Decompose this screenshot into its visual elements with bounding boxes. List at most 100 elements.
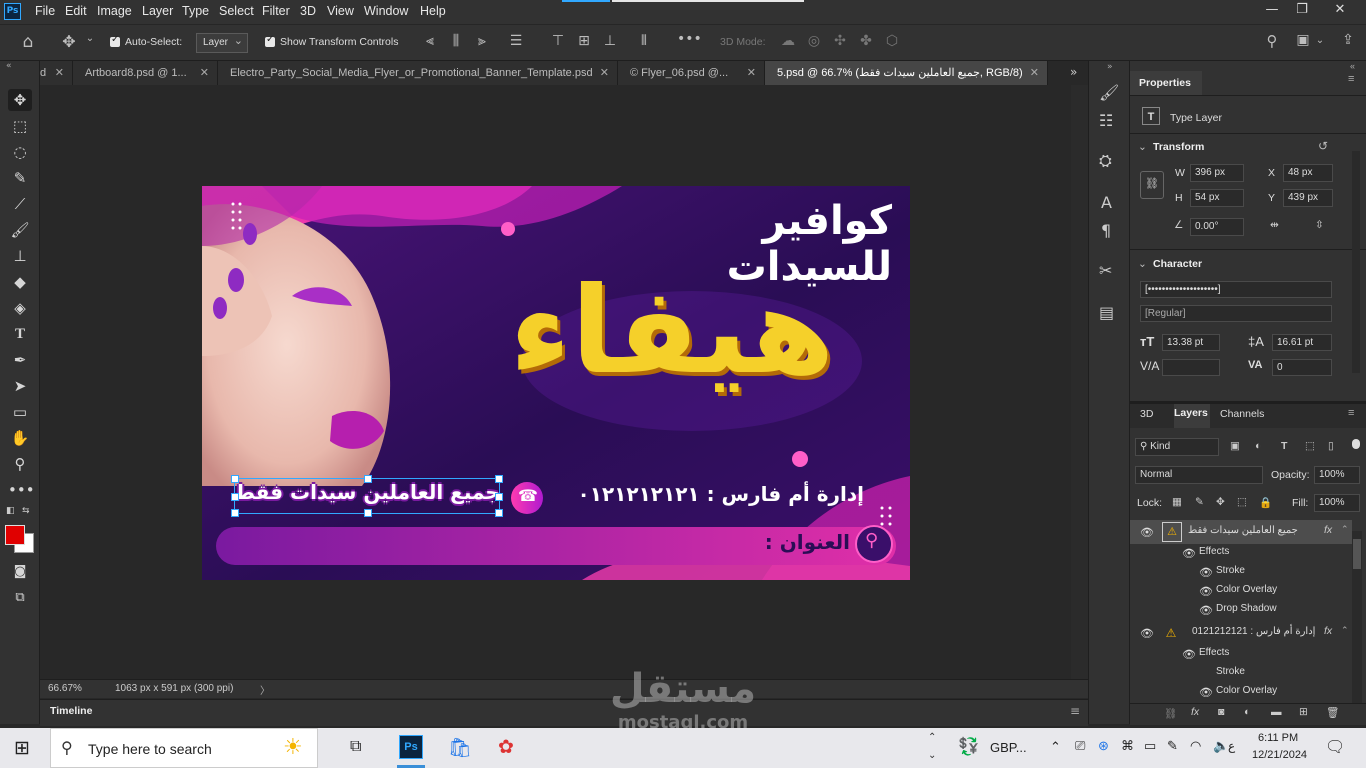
- tray-volume-icon[interactable]: 🔈: [1213, 738, 1229, 754]
- layer-row[interactable]: 👁 ⚠ إدارة أم فارس : 0121212121 fx ⌃: [1130, 621, 1352, 645]
- y-field[interactable]: 439 px: [1283, 189, 1333, 207]
- new-group-icon[interactable]: ▬: [1271, 706, 1282, 718]
- task-view-icon[interactable]: ⧉: [350, 738, 361, 756]
- default-colors-icon[interactable]: ◧: [6, 506, 15, 516]
- new-layer-icon[interactable]: ⊞: [1299, 706, 1308, 718]
- fill-field[interactable]: 100%: [1314, 494, 1360, 512]
- tray-wifi-icon[interactable]: ◠: [1190, 738, 1201, 754]
- transform-bounding-box[interactable]: [231, 475, 503, 517]
- currency-label[interactable]: GBP...: [990, 740, 1027, 755]
- layers-menu-icon[interactable]: ≡: [1348, 407, 1354, 419]
- lock-pixels-icon[interactable]: ✎: [1195, 496, 1204, 508]
- blend-mode-dropdown[interactable]: Normal: [1135, 466, 1263, 484]
- workspace-icon[interactable]: ▣: [1293, 32, 1313, 48]
- properties-menu-icon[interactable]: ≡: [1348, 73, 1354, 85]
- more-tools-icon[interactable]: •••: [8, 479, 35, 501]
- menu-filter[interactable]: Filter: [262, 4, 290, 18]
- more-tabs-icon[interactable]: »: [1070, 65, 1077, 79]
- font-family-dropdown[interactable]: [••••••••••••••••••••]: [1140, 281, 1332, 298]
- menu-3d[interactable]: 3D: [300, 4, 316, 18]
- transform-handle[interactable]: [495, 509, 503, 517]
- menu-select[interactable]: Select: [219, 4, 254, 18]
- tray-network-icon[interactable]: ⊛: [1098, 738, 1109, 754]
- color-overlay-eye-icon[interactable]: 👁: [1199, 686, 1213, 699]
- lasso-tool-icon[interactable]: ◌: [8, 141, 32, 163]
- transform-handle[interactable]: [364, 509, 372, 517]
- eraser-tool-icon[interactable]: ◆: [8, 271, 32, 293]
- transform-handle[interactable]: [231, 493, 239, 501]
- notifications-icon[interactable]: 🗨: [1325, 737, 1345, 757]
- home-icon[interactable]: ⌂: [18, 32, 38, 52]
- menu-edit[interactable]: Edit: [65, 4, 87, 18]
- reset-transform-icon[interactable]: ↺: [1318, 139, 1328, 153]
- layers-scrollbar[interactable]: [1352, 531, 1362, 703]
- tab-3d[interactable]: 3D: [1140, 408, 1153, 420]
- auto-select-checkbox[interactable]: [110, 34, 120, 47]
- leading-field[interactable]: 16.61 pt: [1272, 334, 1332, 351]
- timeline-tab[interactable]: Timeline: [50, 705, 92, 717]
- paint-bucket-tool-icon[interactable]: ◈: [8, 297, 32, 319]
- show-transform-controls-checkbox[interactable]: [265, 34, 275, 47]
- libraries-icon[interactable]: ▤: [1099, 303, 1114, 322]
- minimize-icon[interactable]: —: [1258, 2, 1286, 20]
- effect-drop-shadow[interactable]: Drop Shadow: [1216, 603, 1277, 614]
- type-tool-icon[interactable]: T: [8, 323, 32, 345]
- workspace-chevron-icon[interactable]: ⌄: [1315, 35, 1325, 46]
- 3d-orbit-icon[interactable]: ☁: [780, 33, 796, 49]
- font-style-dropdown[interactable]: [Regular]: [1140, 305, 1332, 322]
- layer-row-selected[interactable]: 👁 ⚠ جميع العاملين سيدات فقط fx ⌃: [1130, 520, 1352, 544]
- align-top-icon[interactable]: ⊤: [550, 33, 566, 49]
- filter-type-icon[interactable]: T: [1281, 440, 1287, 452]
- stroke-eye-icon[interactable]: 👁: [1199, 566, 1213, 579]
- transform-handle[interactable]: [495, 475, 503, 483]
- collapse-effects-icon[interactable]: ⌃: [1341, 625, 1349, 636]
- tab-channels[interactable]: Channels: [1220, 408, 1264, 420]
- clone-source-icon[interactable]: ⛭: [1099, 151, 1112, 171]
- 3d-drag-icon[interactable]: ✣: [832, 33, 848, 49]
- stamp-tool-icon[interactable]: ⊥: [8, 245, 32, 267]
- paragraph-panel-icon[interactable]: ¶: [1101, 221, 1111, 240]
- swap-colors-icon[interactable]: ⇆: [22, 506, 30, 516]
- tray-pen-icon[interactable]: ✎: [1167, 738, 1178, 754]
- add-style-icon[interactable]: fx: [1191, 706, 1199, 718]
- clock-date[interactable]: 12/21/2024: [1252, 749, 1307, 761]
- close-icon[interactable]: ✕: [1326, 2, 1354, 20]
- more-options-icon[interactable]: •••: [677, 31, 702, 47]
- align-right-icon[interactable]: ⫸: [474, 33, 490, 49]
- transform-handle[interactable]: [231, 509, 239, 517]
- properties-scrollbar[interactable]: [1352, 151, 1360, 373]
- timeline-menu-icon[interactable]: ≡: [1070, 704, 1080, 718]
- rectangle-tool-icon[interactable]: ▭: [8, 401, 32, 423]
- move-tool-icon[interactable]: ✥: [58, 32, 80, 51]
- distribute-vertical-icon[interactable]: ⫴: [636, 33, 652, 49]
- tray-camera-icon[interactable]: ⎚: [1075, 738, 1085, 754]
- transform-collapse-icon[interactable]: ⌄: [1138, 141, 1147, 153]
- microsoft-store-icon[interactable]: 🛍: [448, 736, 472, 760]
- filter-smart-object-icon[interactable]: ▯: [1328, 440, 1334, 452]
- layer-fx-icon[interactable]: fx: [1324, 625, 1332, 637]
- drop-shadow-eye-icon[interactable]: 👁: [1199, 604, 1213, 617]
- collapse-panels-icon[interactable]: «: [1350, 61, 1355, 71]
- windows-start-icon[interactable]: ⊞: [14, 737, 30, 760]
- path-select-tool-icon[interactable]: ➤: [8, 375, 32, 397]
- photoshop-taskbar-icon[interactable]: Ps: [399, 735, 423, 759]
- flip-horizontal-icon[interactable]: ⇹: [1270, 219, 1279, 231]
- filter-pixel-icon[interactable]: ▣: [1230, 440, 1240, 452]
- link-dimensions-icon[interactable]: ⛓: [1140, 171, 1164, 199]
- tab-layers[interactable]: Layers: [1174, 404, 1210, 428]
- lock-transparent-icon[interactable]: ▦: [1172, 496, 1182, 508]
- currency-app-icon[interactable]: 💱: [958, 737, 979, 757]
- close-tab-icon[interactable]: ✕: [600, 61, 609, 85]
- flip-vertical-icon[interactable]: ⇳: [1315, 219, 1324, 231]
- pen-tool-icon[interactable]: ✒: [8, 349, 32, 371]
- adjustment-layer-icon[interactable]: ◐: [1244, 706, 1250, 718]
- lock-artboard-icon[interactable]: ⬚: [1237, 496, 1247, 508]
- align-left-icon[interactable]: ⫷: [422, 33, 438, 49]
- opacity-field[interactable]: 100%: [1314, 466, 1360, 484]
- align-center-icon[interactable]: ⫼: [448, 33, 464, 49]
- adjustments-icon[interactable]: ☷: [1099, 111, 1113, 130]
- height-field[interactable]: 54 px: [1190, 189, 1244, 207]
- auto-select-dropdown[interactable]: Layer: [196, 32, 248, 53]
- status-menu-arrow-icon[interactable]: 〉: [260, 682, 270, 697]
- vertical-scrollbar[interactable]: [1071, 85, 1088, 679]
